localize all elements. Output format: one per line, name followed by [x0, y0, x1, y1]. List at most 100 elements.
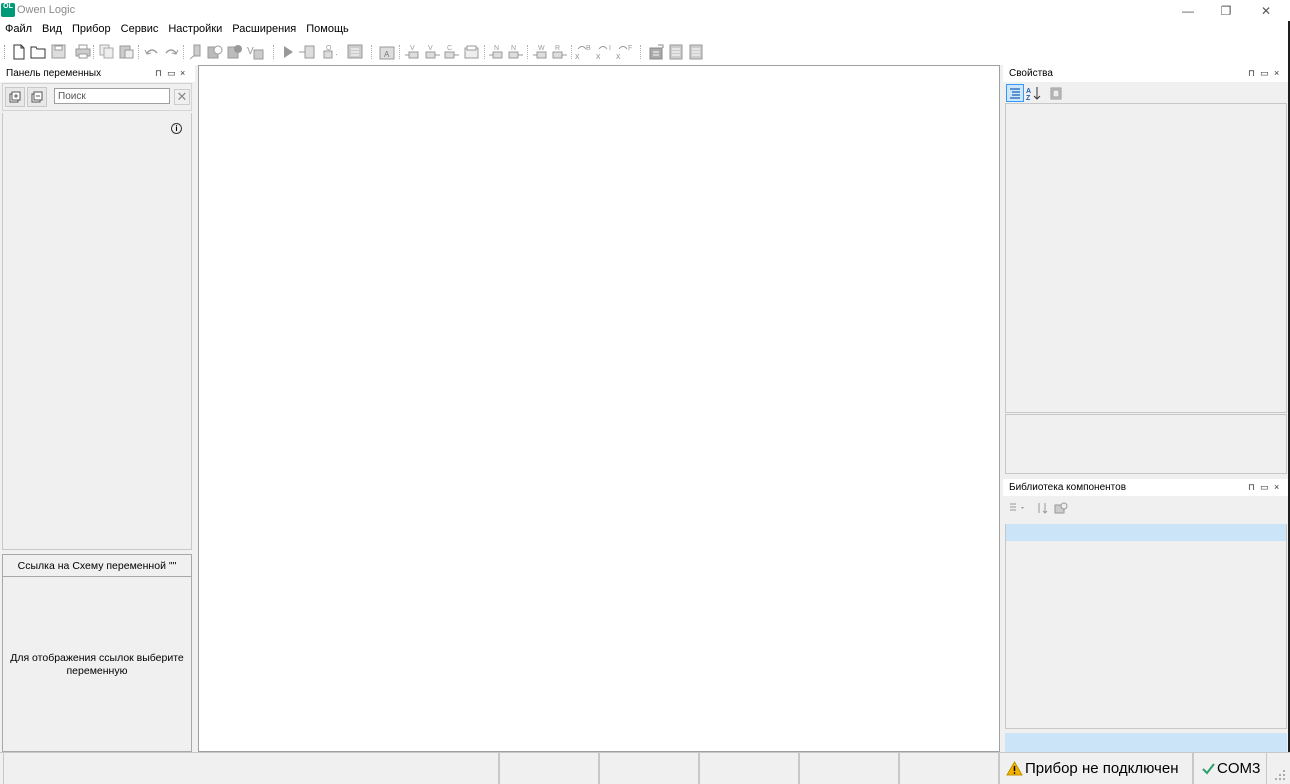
read-icon[interactable]: R	[551, 43, 568, 60]
status-bar: Прибор не подключен COM3	[0, 752, 1290, 784]
svg-text:N: N	[494, 45, 499, 52]
pin-icon[interactable]: ⊓	[1248, 482, 1255, 493]
status-segment-4	[699, 753, 799, 784]
port-segment[interactable]: COM3	[1193, 753, 1267, 784]
restore-button[interactable]: ❐	[1207, 0, 1245, 21]
reference-panel: Ссылка на Схему переменной "" Для отобра…	[2, 554, 192, 752]
new-file-icon[interactable]	[10, 43, 27, 60]
library-panel-title: Библиотека компонентов	[1009, 482, 1127, 493]
library-settings-icon[interactable]	[1052, 499, 1070, 517]
variables-panel: Панель переменных ⊓ ▭ × ✕ i Ссылка на Сх…	[0, 65, 195, 753]
svg-text:x: x	[575, 51, 580, 60]
main-toolbar: V Q A V V C N N W R xB xI xF	[0, 39, 1290, 65]
resize-grip-icon[interactable]	[1274, 769, 1286, 781]
collapse-all-button[interactable]	[27, 87, 47, 107]
close-panel-icon[interactable]: ×	[180, 68, 185, 78]
search-clear-button[interactable]: ✕	[174, 89, 190, 105]
menu-help[interactable]: Помощь	[301, 21, 354, 39]
pin-icon[interactable]: ⊓	[155, 68, 162, 79]
table-icon[interactable]	[346, 43, 363, 60]
svg-text:V: V	[247, 46, 254, 57]
minimize-button[interactable]: —	[1169, 0, 1207, 21]
toolbar-grip[interactable]	[4, 45, 6, 59]
close-panel-icon[interactable]: ×	[1274, 482, 1279, 492]
properties-toolbar: AZ	[1003, 82, 1288, 103]
float-icon[interactable]: ▭	[167, 68, 176, 79]
component-library-panel: Библиотека компонентов ⊓ ▭ ×	[1003, 479, 1288, 753]
status-segment-2	[499, 753, 599, 784]
properties-grid[interactable]	[1005, 103, 1287, 413]
svg-text:N: N	[511, 45, 516, 52]
categorized-icon[interactable]	[1006, 84, 1024, 102]
menu-file[interactable]: Файл	[0, 21, 37, 39]
expand-all-button[interactable]	[5, 87, 25, 107]
menu-extensions[interactable]: Расширения	[227, 21, 301, 39]
net-out-icon[interactable]: N	[507, 43, 524, 60]
close-button[interactable]: ✕	[1247, 0, 1285, 21]
svg-text:B: B	[586, 45, 591, 52]
float-icon[interactable]: ▭	[1260, 482, 1269, 493]
svg-text:Z: Z	[1026, 95, 1031, 101]
block-output-icon[interactable]: Q	[320, 43, 337, 60]
redo-icon[interactable]	[163, 43, 180, 60]
status-segment-3	[599, 753, 699, 784]
run-icon[interactable]	[279, 43, 296, 60]
close-panel-icon[interactable]: ×	[1274, 68, 1279, 78]
var-out-icon[interactable]: V	[424, 43, 441, 60]
device-status-segment[interactable]: Прибор не подключен	[999, 753, 1193, 784]
port-text: COM3	[1217, 760, 1261, 777]
pin-icon[interactable]: ⊓	[1248, 68, 1255, 79]
net-in-icon[interactable]: N	[488, 43, 505, 60]
view-mode-icon[interactable]	[1008, 499, 1030, 517]
menu-service[interactable]: Сервис	[116, 21, 164, 39]
svg-text:W: W	[538, 45, 545, 52]
probe-icon[interactable]	[187, 43, 204, 60]
print-icon[interactable]	[74, 43, 91, 60]
sort-alpha-icon[interactable]: AZ	[1025, 84, 1043, 102]
svg-text:I: I	[609, 45, 611, 52]
var-b-icon[interactable]: xB	[575, 43, 592, 60]
var-f-icon[interactable]: xF	[616, 43, 633, 60]
save-icon[interactable]	[50, 43, 67, 60]
menu-device[interactable]: Прибор	[67, 21, 116, 39]
component-icon[interactable]	[648, 43, 665, 60]
open-folder-icon[interactable]	[29, 43, 46, 60]
var-in-icon[interactable]: V	[404, 43, 421, 60]
find-icon[interactable]	[206, 43, 223, 60]
svg-text:R: R	[555, 45, 560, 52]
list-icon[interactable]	[668, 43, 685, 60]
svg-text:V: V	[410, 45, 415, 52]
const-icon[interactable]: C	[443, 43, 460, 60]
reference-panel-message: Для отображения ссылок выберите переменн…	[10, 651, 184, 677]
value-icon[interactable]: V	[247, 43, 264, 60]
library-list[interactable]	[1005, 524, 1287, 729]
write-icon[interactable]: W	[532, 43, 549, 60]
library-selected-row[interactable]	[1006, 524, 1286, 541]
float-icon[interactable]: ▭	[1260, 68, 1269, 79]
page-icon[interactable]	[688, 43, 705, 60]
property-pages-icon[interactable]	[1048, 84, 1066, 102]
library-panel-header: Библиотека компонентов ⊓ ▭ ×	[1003, 479, 1288, 496]
menu-settings[interactable]: Настройки	[163, 21, 227, 39]
schema-canvas[interactable]	[198, 65, 1000, 752]
copy-icon[interactable]	[98, 43, 115, 60]
macro-icon[interactable]	[463, 43, 480, 60]
search-input[interactable]	[54, 88, 170, 104]
sort-icon[interactable]	[1034, 499, 1052, 517]
variables-list[interactable]: i	[2, 113, 192, 550]
menu-view[interactable]: Вид	[37, 21, 67, 39]
title-bar: OL Owen Logic — ❐ ✕	[0, 0, 1290, 21]
svg-text:C: C	[447, 45, 452, 52]
properties-panel-header: Свойства ⊓ ▭ ×	[1003, 65, 1288, 82]
info-icon[interactable]: i	[171, 123, 182, 134]
undo-icon[interactable]	[143, 43, 160, 60]
window-title: Owen Logic	[17, 4, 76, 16]
svg-text:F: F	[628, 45, 632, 52]
block-insert-icon[interactable]	[298, 43, 315, 60]
settings-gear-icon[interactable]	[226, 43, 243, 60]
svg-text:x: x	[596, 51, 601, 60]
var-i-icon[interactable]: xI	[596, 43, 613, 60]
paste-icon[interactable]	[118, 43, 135, 60]
device-status-text: Прибор не подключен	[1025, 760, 1179, 777]
text-icon[interactable]: A	[378, 43, 395, 60]
